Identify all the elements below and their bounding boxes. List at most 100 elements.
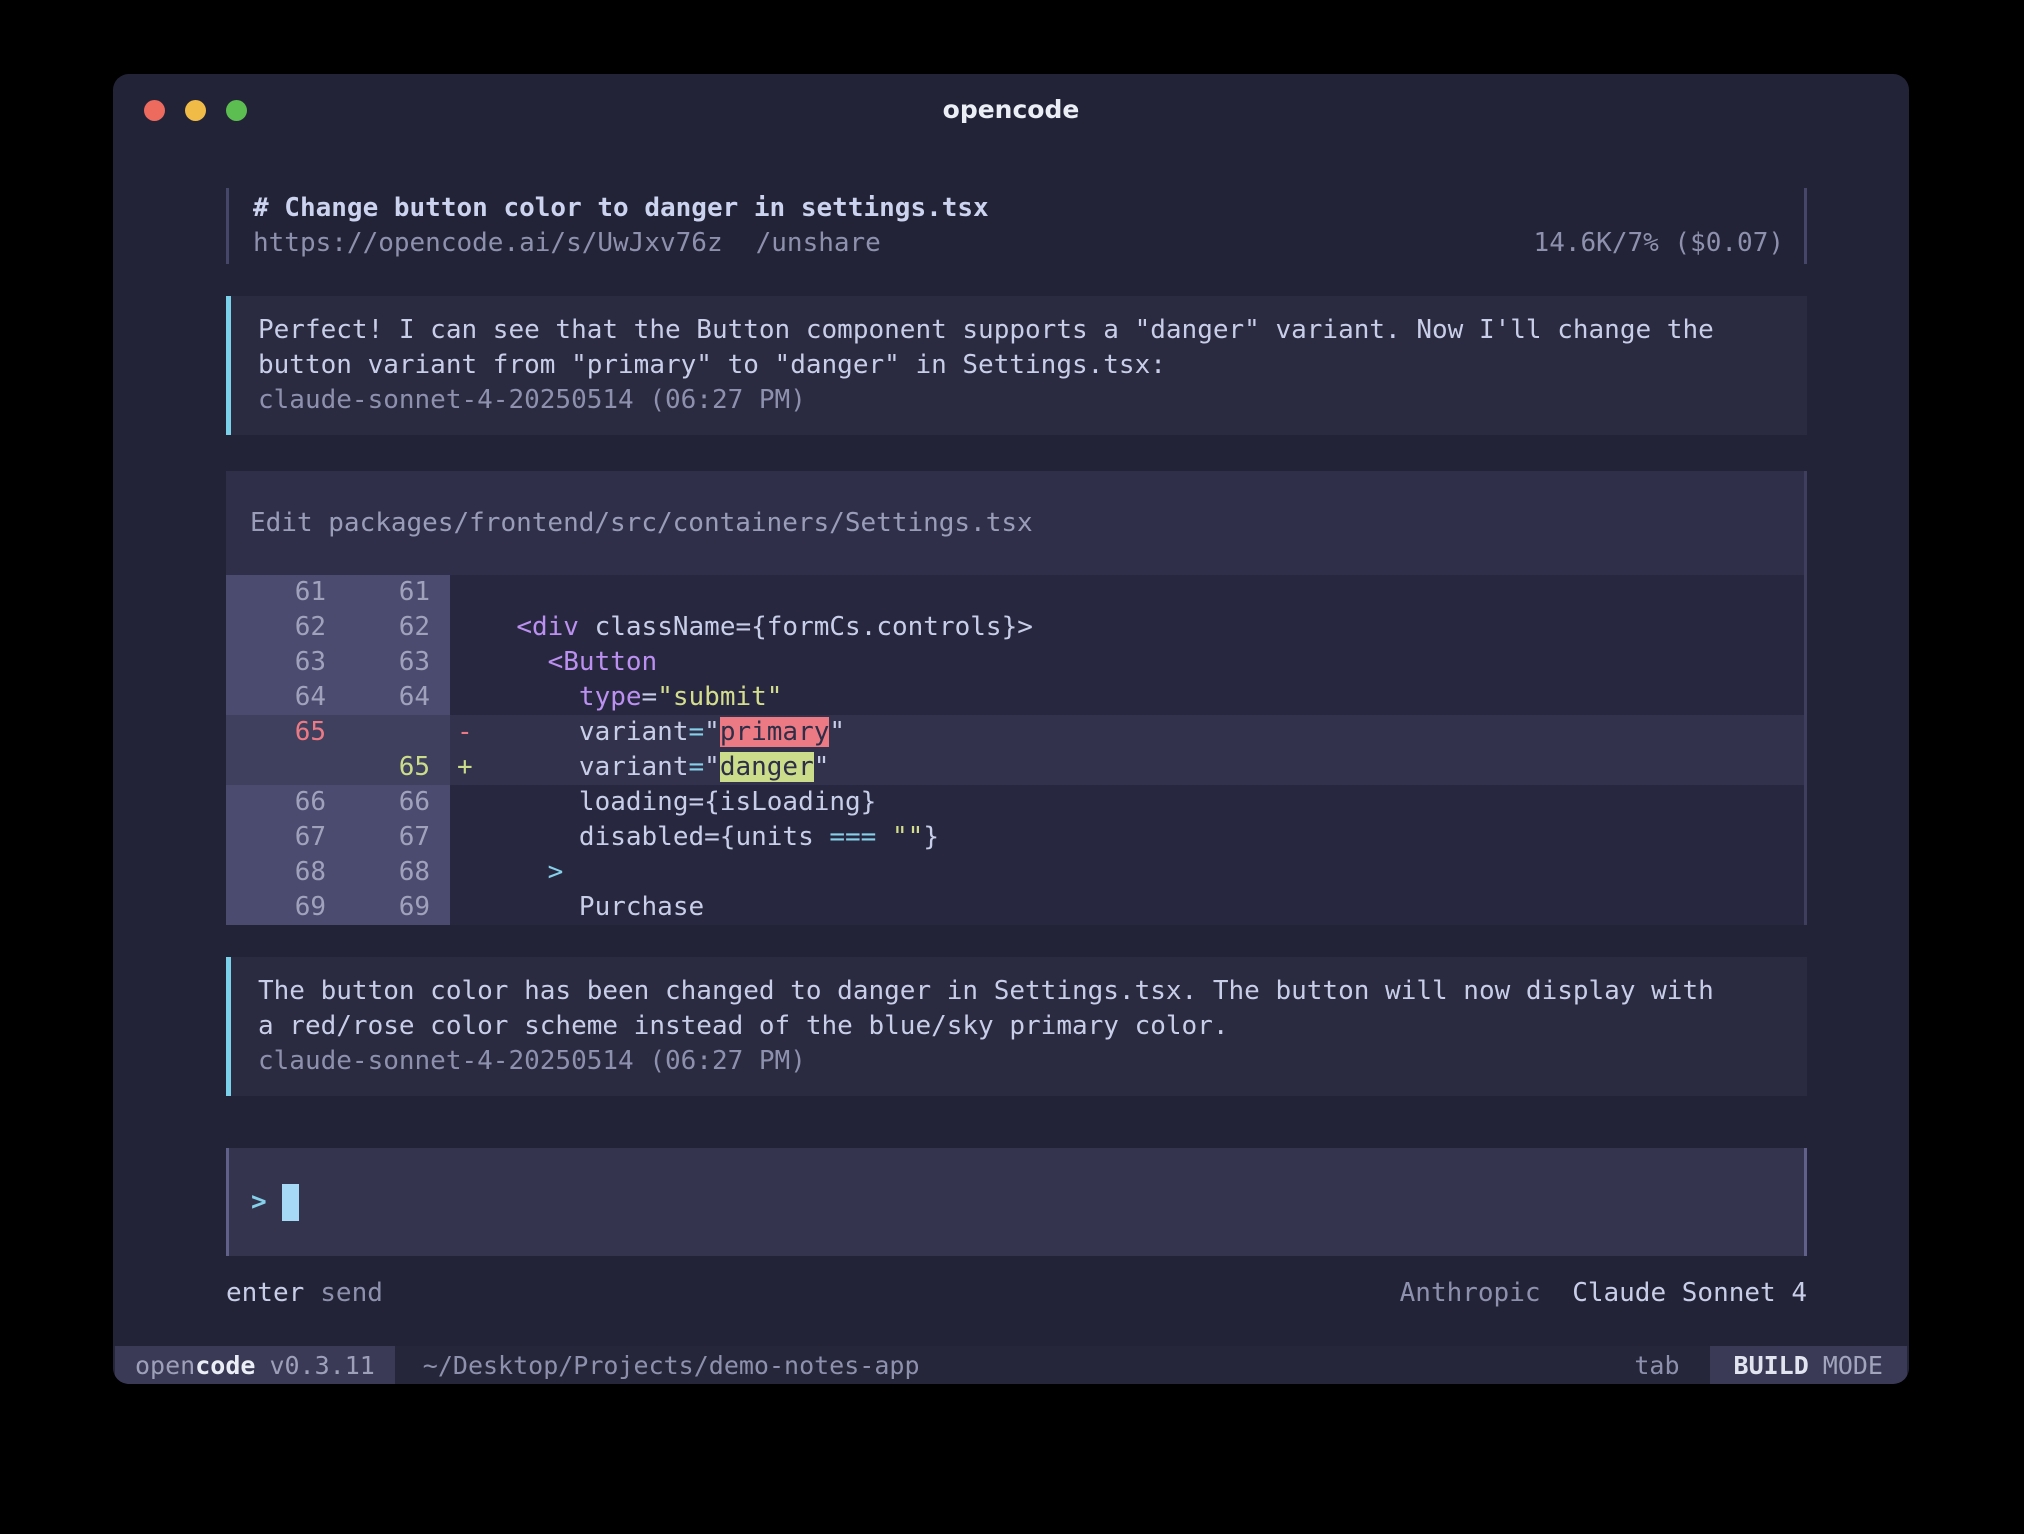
diff-new-line-number: 63 — [326, 645, 430, 680]
diff-change-marker: + — [450, 750, 485, 785]
diff-code-line: > — [485, 855, 1804, 890]
code-segment: variant — [485, 717, 689, 747]
diff-code-line: <Button — [485, 645, 1804, 680]
diff-gutter-pad — [430, 610, 450, 645]
tab-key-hint: tab — [1634, 1346, 1709, 1384]
diff-row: 6767 disabled={units === ""} — [226, 820, 1804, 855]
diff-code-line: variant="primary" — [485, 715, 1804, 750]
message-line: button variant from "primary" to "danger… — [258, 348, 1783, 383]
diff-gutter-pad — [430, 575, 450, 610]
assistant-message-1: Perfect! I can see that the Button compo… — [226, 296, 1807, 435]
diff-row: 6868 > — [226, 855, 1804, 890]
diff-old-line-number: 62 — [226, 610, 326, 645]
mode-name: BUILD — [1734, 1351, 1809, 1380]
window-titlebar: opencode — [113, 74, 1909, 144]
message-line: The button color has been changed to dan… — [258, 974, 1783, 1009]
diff-new-line-number: 67 — [326, 820, 430, 855]
text-cursor — [282, 1184, 299, 1221]
diff-old-line-number: 66 — [226, 785, 326, 820]
app-version-chip: opencode v0.3.11 — [115, 1346, 395, 1384]
code-segment: primary — [720, 717, 830, 747]
diff-code-line: loading={isLoading} — [485, 785, 1804, 820]
diff-new-line-number: 61 — [326, 575, 430, 610]
diff-row: 6262 <div className={formCs.controls}> — [226, 610, 1804, 645]
code-segment: " — [704, 717, 720, 747]
main-content: # Change button color to danger in setti… — [113, 188, 1909, 1311]
app-name-open: open — [135, 1351, 195, 1380]
diff-new-line-number: 66 — [326, 785, 430, 820]
diff-change-marker — [450, 785, 485, 820]
diff-row: 6464 type="submit" — [226, 680, 1804, 715]
diff-code-line: type="submit" — [485, 680, 1804, 715]
code-segment — [485, 682, 579, 712]
code-segment: loading={isLoading} — [485, 787, 876, 817]
diff-old-line-number: 68 — [226, 855, 326, 890]
code-segment: <Button — [548, 647, 658, 677]
code-segment: "submit" — [657, 682, 782, 712]
working-directory: ~/Desktop/Projects/demo-notes-app — [423, 1346, 920, 1384]
code-segment: = — [689, 717, 705, 747]
code-segment: " — [704, 752, 720, 782]
diff-old-line-number — [226, 750, 326, 785]
diff-change-marker — [450, 890, 485, 925]
diff-code-line: Purchase — [485, 890, 1804, 925]
footer-hints: enter send Anthropic Claude Sonnet 4 — [226, 1276, 1807, 1311]
diff-gutter-pad — [430, 750, 450, 785]
code-segment: className={formCs.controls}> — [579, 612, 1033, 642]
diff-code-line: variant="danger" — [485, 750, 1804, 785]
diff-new-line-number: 64 — [326, 680, 430, 715]
unshare-command[interactable]: /unshare — [756, 226, 881, 261]
model-name: Claude Sonnet 4 — [1572, 1278, 1807, 1308]
minimize-window-button[interactable] — [185, 100, 206, 121]
share-url-link[interactable]: https://opencode.ai/s/UwJxv76z — [253, 226, 723, 261]
opencode-window: opencode # Change button color to danger… — [113, 74, 1909, 1384]
window-title: opencode — [943, 95, 1080, 124]
diff-old-line-number: 67 — [226, 820, 326, 855]
code-segment — [485, 857, 548, 887]
code-segment: " — [814, 752, 830, 782]
diff-code-line: <div className={formCs.controls}> — [485, 610, 1804, 645]
diff-new-line-number: 62 — [326, 610, 430, 645]
mode-switcher[interactable]: BUILD MODE — [1710, 1346, 1907, 1384]
diff-body: 61616262 <div className={formCs.controls… — [226, 575, 1804, 925]
diff-change-marker — [450, 645, 485, 680]
assistant-message-2: The button color has been changed to dan… — [226, 957, 1807, 1096]
diff-row: 6363 <Button — [226, 645, 1804, 680]
prompt-input[interactable]: > — [226, 1148, 1807, 1256]
diff-gutter-pad — [430, 645, 450, 680]
code-segment: Purchase — [485, 892, 704, 922]
provider-name: Anthropic — [1400, 1278, 1541, 1308]
diff-gutter-pad — [430, 890, 450, 925]
diff-new-line-number: 65 — [326, 750, 430, 785]
traffic-lights — [144, 100, 247, 121]
edit-tool-block: Edit packages/frontend/src/containers/Se… — [226, 471, 1807, 925]
close-window-button[interactable] — [144, 100, 165, 121]
message-model-timestamp: claude-sonnet-4-20250514 (06:27 PM) — [258, 383, 1783, 418]
diff-code-line: disabled={units === ""} — [485, 820, 1804, 855]
diff-gutter-pad — [430, 715, 450, 750]
diff-gutter-pad — [430, 820, 450, 855]
message-line: Perfect! I can see that the Button compo… — [258, 313, 1783, 348]
diff-old-line-number: 64 — [226, 680, 326, 715]
diff-change-marker — [450, 575, 485, 610]
code-segment: "" — [892, 822, 923, 852]
diff-old-line-number: 61 — [226, 575, 326, 610]
session-title: # Change button color to danger in setti… — [253, 191, 1784, 226]
diff-row: 6969 Purchase — [226, 890, 1804, 925]
diff-gutter-pad — [430, 680, 450, 715]
diff-code-line — [485, 575, 1804, 610]
enter-key-hint: enter — [226, 1276, 304, 1311]
app-name-code: code — [195, 1351, 255, 1380]
edit-tool-title: Edit packages/frontend/src/containers/Se… — [226, 471, 1804, 575]
diff-row: 6666 loading={isLoading} — [226, 785, 1804, 820]
session-header: # Change button color to danger in setti… — [226, 188, 1807, 264]
diff-old-line-number: 65 — [226, 715, 326, 750]
mode-label: MODE — [1823, 1351, 1883, 1380]
session-share-row: https://opencode.ai/s/UwJxv76z /unshare … — [253, 226, 1784, 261]
diff-gutter-pad — [430, 785, 450, 820]
diff-row: 65 + variant="danger" — [226, 750, 1804, 785]
message-line: a red/rose color scheme instead of the b… — [258, 1009, 1783, 1044]
code-segment — [876, 822, 892, 852]
code-segment: " — [829, 717, 845, 747]
zoom-window-button[interactable] — [226, 100, 247, 121]
